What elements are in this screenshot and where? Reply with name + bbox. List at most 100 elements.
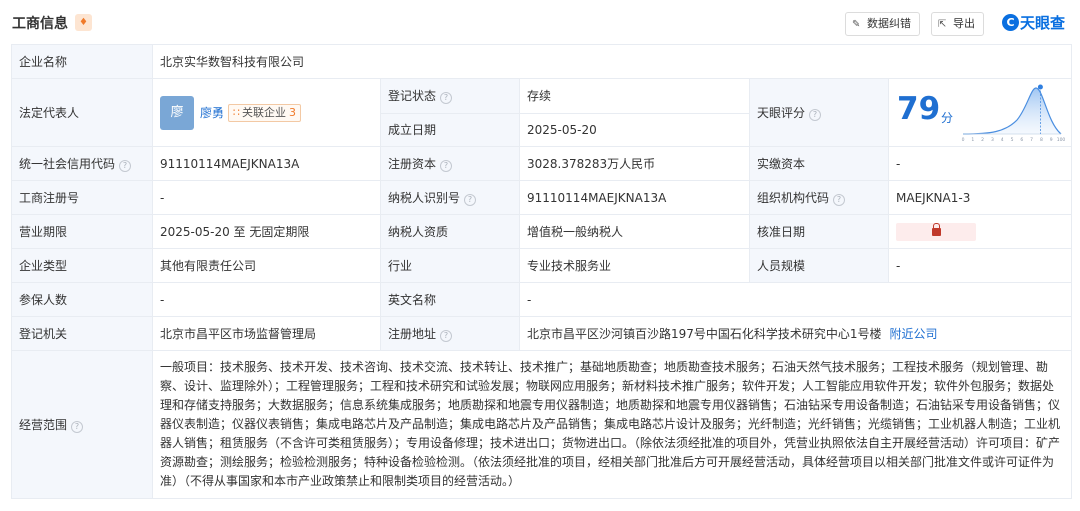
credit-code-label-text: 统一社会信用代码 bbox=[19, 157, 116, 171]
term-value: 2025-05-20 至 无固定期限 bbox=[152, 214, 381, 249]
avatar[interactable]: 廖 bbox=[160, 95, 194, 130]
help-icon[interactable]: ? bbox=[809, 109, 822, 121]
reg-address-label-text: 注册地址 bbox=[388, 327, 437, 341]
tianyan-score-unit: 分 bbox=[941, 111, 954, 125]
approval-date-value bbox=[887, 214, 1073, 249]
help-icon[interactable]: ? bbox=[440, 330, 453, 342]
taxpayer-id-label: 纳税人识别号? bbox=[380, 180, 520, 215]
company-type-label: 企业类型 bbox=[11, 248, 153, 283]
reg-status-label: 登记状态? bbox=[380, 78, 520, 114]
org-code-label: 组织机构代码? bbox=[749, 180, 889, 215]
reg-address-cell: 北京市昌平区沙河镇百沙路197号中国石化科学技术研究中心1号楼 附近公司 bbox=[518, 316, 1073, 351]
export-button[interactable]: ⇱ 导出 bbox=[931, 12, 984, 36]
insured-value: - bbox=[152, 282, 381, 317]
staff-size-value: - bbox=[887, 248, 1073, 283]
legal-rep-label: 法定代表人 bbox=[11, 78, 153, 147]
score-axis-tick: 2 bbox=[981, 137, 984, 143]
credit-code-value: 91110114MAEJKNA13A bbox=[152, 146, 381, 181]
org-code-label-text: 组织机构代码 bbox=[757, 191, 830, 205]
related-companies-badge[interactable]: ∷ 关联企业 3 bbox=[228, 103, 302, 122]
scope-label-text: 经营范围 bbox=[19, 418, 68, 432]
industry-value: 专业技术服务业 bbox=[519, 248, 750, 283]
company-name-value: 北京实华数智科技有限公司 bbox=[151, 44, 1073, 79]
locked-value[interactable] bbox=[896, 222, 976, 241]
reg-address-label: 注册地址? bbox=[380, 316, 520, 351]
nearby-companies-link[interactable]: 附近公司 bbox=[890, 327, 938, 341]
tianyan-score-cell[interactable]: 79 分 0 1 2 3 4 5 6 7 8 9 100 bbox=[887, 78, 1073, 147]
credit-code-label: 统一社会信用代码? bbox=[11, 146, 153, 181]
english-name-value: - bbox=[518, 282, 1073, 317]
score-axis-tick: 4 bbox=[1001, 137, 1004, 143]
score-curve-area bbox=[963, 88, 1061, 134]
reg-authority-label: 登记机关 bbox=[11, 316, 153, 351]
score-axis-tick: 5 bbox=[1011, 137, 1014, 143]
taxpayer-qual-label: 纳税人资质 bbox=[380, 214, 520, 249]
reg-capital-value: 3028.378283万人民币 bbox=[519, 146, 750, 181]
tianyan-score-label: 天眼评分? bbox=[749, 78, 889, 147]
biz-reg-no-value: - bbox=[152, 180, 381, 215]
taxpayer-id-value: 91110114MAEJKNA13A bbox=[519, 180, 750, 215]
org-code-value: MAEJKNA1-3 bbox=[887, 180, 1073, 215]
score-distribution-chart: 0 1 2 3 4 5 6 7 8 9 100 bbox=[962, 84, 1065, 143]
export-icon: ⇱ bbox=[938, 19, 947, 30]
paid-capital-label: 实缴资本 bbox=[749, 146, 889, 181]
table-row: 企业名称 北京实华数智科技有限公司 bbox=[11, 44, 1073, 79]
scope-label: 经营范围? bbox=[11, 350, 153, 499]
reg-capital-label-text: 注册资本 bbox=[388, 157, 437, 171]
table-row: 营业期限 2025-05-20 至 无固定期限 纳税人资质 增值税一般纳税人 核… bbox=[11, 214, 1073, 249]
table-row: 工商注册号 - 纳税人识别号? 91110114MAEJKNA13A 组织机构代… bbox=[11, 180, 1073, 215]
score-axis-tick: 6 bbox=[1020, 137, 1023, 143]
taxpayer-id-label-text: 纳税人识别号 bbox=[388, 191, 461, 205]
scope-value: 一般项目：技术服务、技术开发、技术咨询、技术交流、技术转让、技术推广；基础地质勘… bbox=[151, 350, 1073, 499]
help-icon[interactable]: ? bbox=[833, 194, 846, 206]
score-axis-tick: 3 bbox=[991, 137, 994, 143]
paid-capital-value: - bbox=[887, 146, 1073, 181]
reg-status-label-text: 登记状态 bbox=[388, 89, 437, 104]
reg-address-value: 北京市昌平区沙河镇百沙路197号中国石化科学技术研究中心1号楼 bbox=[527, 327, 882, 341]
link-icon: ∷ bbox=[233, 105, 241, 119]
table-row: 法定代表人 廖廖勇 ∷ 关联企业 3 登记状态? 存续 天眼评分? 79 分 0… bbox=[11, 78, 1073, 147]
reg-capital-label: 注册资本? bbox=[380, 146, 520, 181]
section-title: 工商信息 bbox=[12, 16, 68, 32]
score-axis-tick: 8 bbox=[1040, 137, 1043, 143]
staff-size-label: 人员规模 bbox=[749, 248, 889, 283]
biz-reg-no-label: 工商注册号 bbox=[11, 180, 153, 215]
legal-rep-cell: 廖廖勇 ∷ 关联企业 3 bbox=[152, 78, 381, 147]
score-marker-dot bbox=[1037, 84, 1043, 90]
help-icon[interactable]: ? bbox=[440, 160, 453, 172]
company-name-label: 企业名称 bbox=[11, 44, 153, 79]
term-label: 营业期限 bbox=[11, 214, 153, 249]
related-companies-count: 3 bbox=[289, 105, 297, 119]
help-icon[interactable]: ? bbox=[464, 194, 477, 206]
table-row: 登记机关 北京市昌平区市场监督管理局 注册地址? 北京市昌平区沙河镇百沙路197… bbox=[11, 316, 1073, 351]
approval-date-label: 核准日期 bbox=[749, 214, 889, 249]
table-row: 经营范围? 一般项目：技术服务、技术开发、技术咨询、技术交流、技术转让、技术推广… bbox=[11, 350, 1073, 499]
lock-icon bbox=[931, 223, 941, 236]
score-axis-tick: 100 bbox=[1057, 137, 1065, 143]
tianyan-score-value: 79 bbox=[897, 91, 941, 127]
bell-icon[interactable]: ♦ bbox=[75, 14, 92, 31]
help-icon[interactable]: ? bbox=[119, 160, 132, 172]
related-companies-label: 关联企业 bbox=[242, 105, 287, 119]
score-axis-tick: 7 bbox=[1030, 137, 1033, 143]
tianyancha-logo: C 天眼查 bbox=[1002, 12, 1065, 36]
legal-rep-name-link[interactable]: 廖勇 bbox=[200, 106, 224, 120]
help-icon[interactable]: ? bbox=[440, 92, 453, 105]
reg-status-value: 存续 bbox=[519, 78, 750, 114]
export-label: 导出 bbox=[953, 17, 975, 30]
data-correction-label: 数据纠错 bbox=[867, 17, 911, 30]
logo-text: 天眼查 bbox=[1020, 14, 1066, 32]
industry-label: 行业 bbox=[380, 248, 520, 283]
data-correction-button[interactable]: ✎ 数据纠错 bbox=[845, 12, 920, 36]
table-row: 参保人数 - 英文名称 - bbox=[11, 282, 1073, 317]
logo-icon: C bbox=[1002, 14, 1019, 31]
help-icon[interactable]: ? bbox=[71, 421, 84, 433]
established-value: 2025-05-20 bbox=[519, 112, 750, 147]
score-axis-tick: 9 bbox=[1050, 137, 1053, 143]
tianyan-score-label-text: 天眼评分 bbox=[757, 106, 806, 120]
company-type-value: 其他有限责任公司 bbox=[152, 248, 381, 283]
table-row: 企业类型 其他有限责任公司 行业 专业技术服务业 人员规模 - bbox=[11, 248, 1073, 283]
table-row: 统一社会信用代码? 91110114MAEJKNA13A 注册资本? 3028.… bbox=[11, 146, 1073, 181]
edit-icon: ✎ bbox=[852, 19, 861, 30]
score-axis-tick: 1 bbox=[971, 137, 974, 143]
